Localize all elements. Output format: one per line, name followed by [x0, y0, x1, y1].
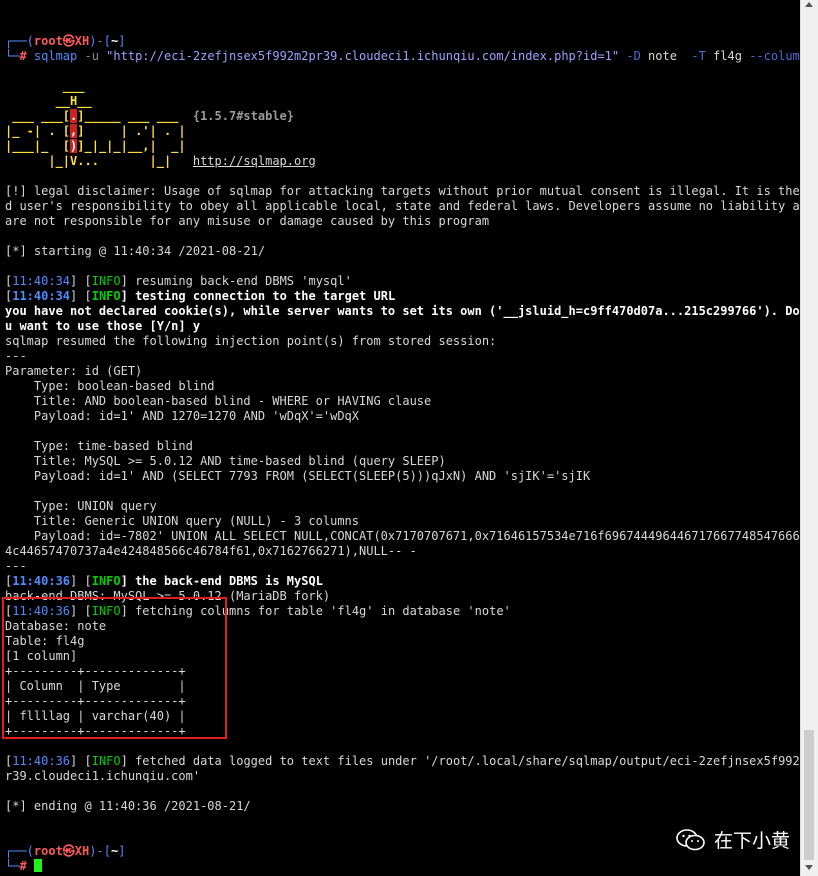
log-line: [11:40:36] [INFO] the back-end DBMS is M…: [5, 574, 323, 588]
disclaimer-line: are not responsible for any misuse or da…: [5, 214, 490, 228]
injection-type: Type: boolean-based blind: [5, 379, 215, 393]
log-line: [11:40:36] [INFO] fetched data logged to…: [5, 754, 801, 768]
injection-title: Title: MySQL >= 5.0.12 AND time-based bl…: [5, 454, 446, 468]
ending-line: [*] ending @ 11:40:36 /2021-08-21/: [5, 799, 251, 813]
log-line: [11:40:34] [INFO] resuming back-end DBMS…: [5, 274, 352, 288]
log-line-cont: r39.cloudeci1.ichunqiu.com': [5, 769, 201, 783]
command-line: └─# sqlmap -u "http://eci-2zefjnsex5f992…: [5, 49, 801, 63]
injection-title: Title: Generic UNION query (NULL) - 3 co…: [5, 514, 360, 528]
prompt-top: ┌──(root㉿XH)-[~]: [5, 34, 126, 48]
disclaimer-line: d user's responsibility to obey all appl…: [5, 199, 801, 213]
watermark: 在下小黄: [676, 826, 790, 853]
terminal-output[interactable]: ┌──(root㉿XH)-[~] └─# sqlmap -u "http://e…: [5, 34, 801, 874]
scroll-thumb[interactable]: [804, 730, 814, 860]
watermark-text: 在下小黄: [714, 830, 791, 852]
sqlmap-link[interactable]: http://sqlmap.org: [193, 154, 316, 168]
injection-payload: Payload: id=1' AND (SELECT 7793 FROM (SE…: [5, 469, 591, 483]
injection-payload: Payload: id=-7802' UNION ALL SELECT NULL…: [5, 529, 801, 543]
cookie-prompt: u want to use those [Y/n] y: [5, 319, 201, 333]
starting-line: [*] starting @ 11:40:34 /2021-08-21/: [5, 244, 266, 258]
separator: ---: [5, 559, 27, 573]
version-label: {1.5.7#stable}: [192, 109, 295, 123]
highlight-box: [2, 597, 227, 739]
injection-payload: 4c44657470737a4e424848566c46784f61,0x716…: [5, 544, 417, 558]
vertical-scrollbar[interactable]: [800, 0, 818, 876]
injection-type: Type: time-based blind: [5, 439, 193, 453]
cookie-prompt: you have not declared cookie(s), while s…: [5, 304, 801, 318]
injection-type: Type: UNION query: [5, 499, 157, 513]
log-line: [11:40:34] [INFO] testing connection to …: [5, 289, 396, 303]
parameter-line: Parameter: id (GET): [5, 364, 143, 378]
injection-title: Title: AND boolean-based blind - WHERE o…: [5, 394, 432, 408]
terminal-cursor: [33, 859, 42, 872]
scroll-up-icon[interactable]: [805, 2, 813, 7]
wechat-icon: [676, 828, 705, 850]
separator: ---: [5, 349, 27, 363]
scroll-down-icon[interactable]: [805, 865, 813, 870]
disclaimer-line: [!] legal disclaimer: Usage of sqlmap fo…: [5, 184, 801, 198]
injection-payload: Payload: id=1' AND 1270=1270 AND 'wDqX'=…: [5, 409, 360, 423]
resumed-line: sqlmap resumed the following injection p…: [5, 334, 497, 348]
sqlmap-banner: ___ __H__ ___ ___[.]_____ ___ ___ {1.5.7…: [5, 79, 316, 168]
input-line[interactable]: └─#: [5, 859, 801, 874]
